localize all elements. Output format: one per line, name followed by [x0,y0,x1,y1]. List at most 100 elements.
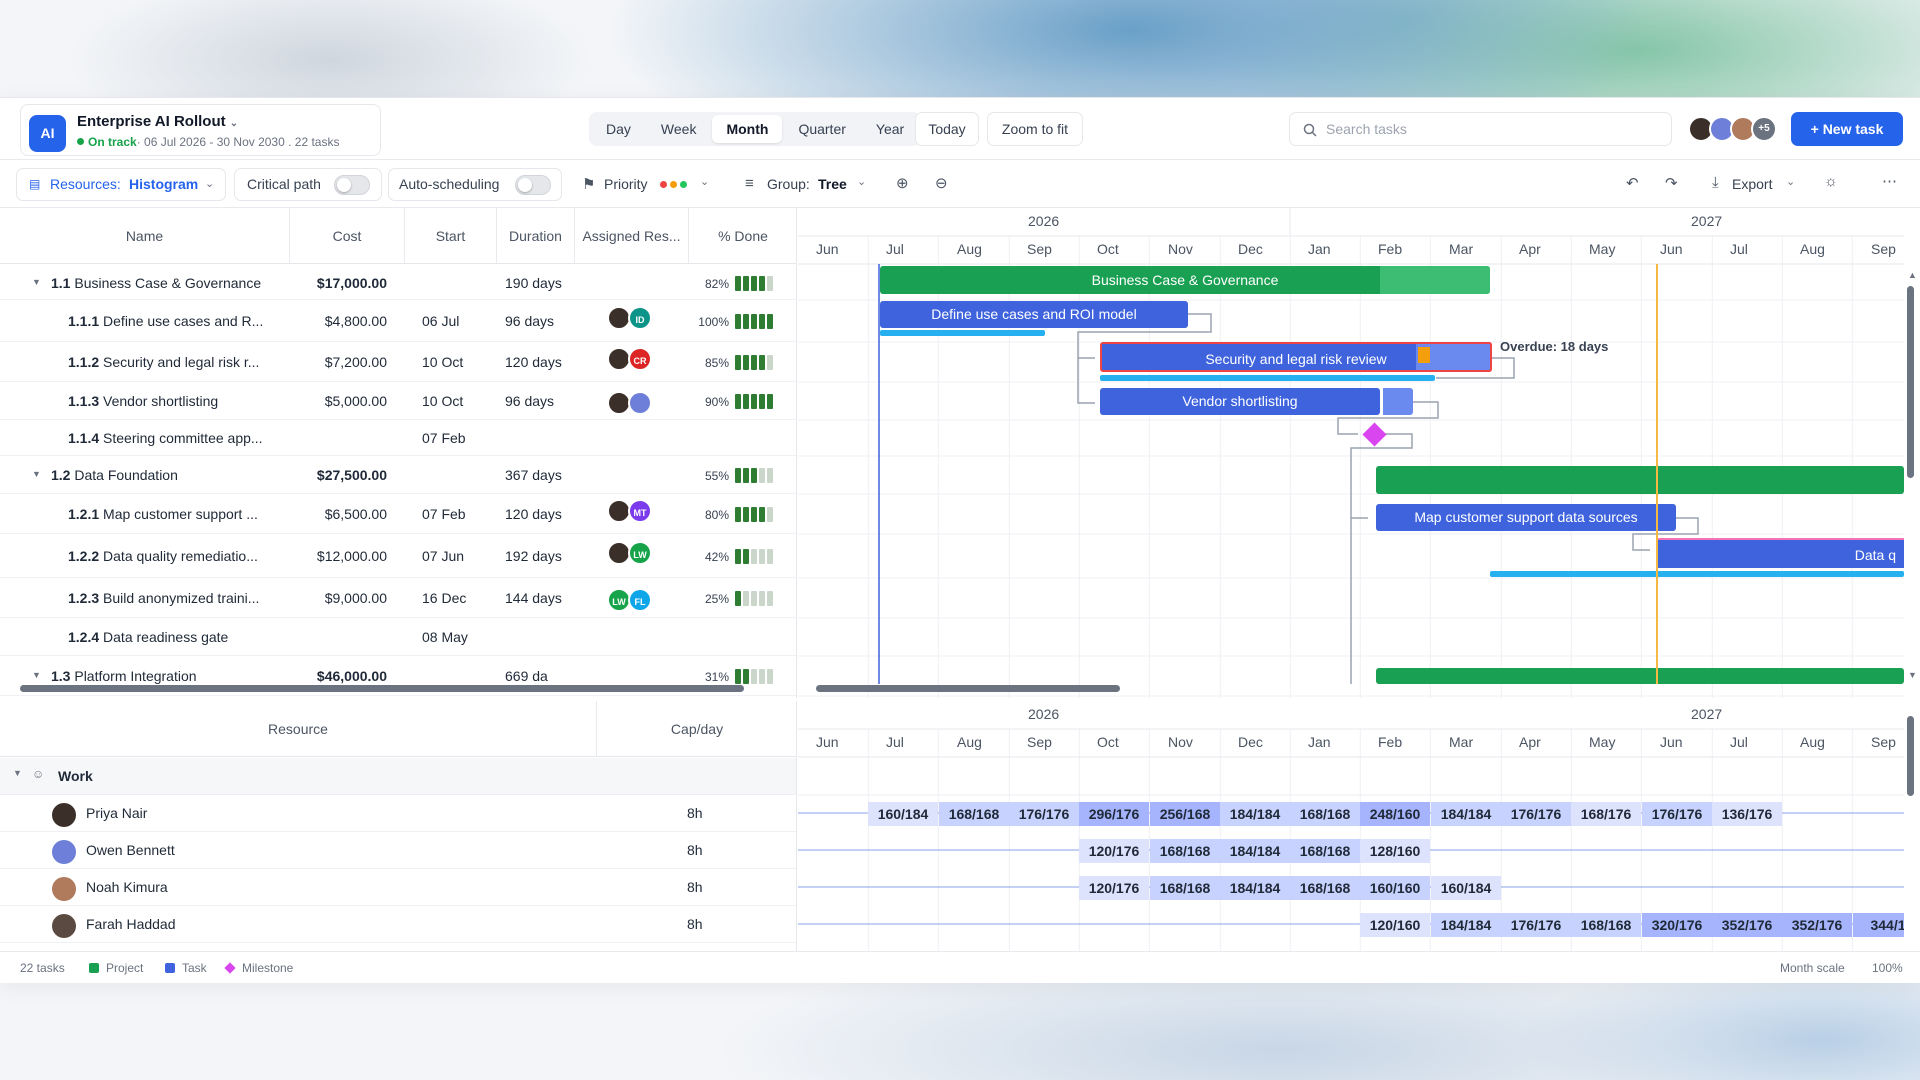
timeline-horizontal-scrollbar[interactable] [816,685,1120,692]
task-row[interactable]: 1.2.3 Build anonymized traini... $9,000.0… [0,578,796,618]
task-row[interactable]: 1.2.1 Map customer support ... $6,500.00 0… [0,494,796,534]
resource-row[interactable]: Owen Bennett 8h [0,832,796,869]
zoom-in-icon[interactable]: ⊕ [896,174,909,192]
resource-group-row[interactable]: ▼ ☺ Work [0,758,796,795]
histogram-cell[interactable]: 168/168 [1290,802,1360,826]
col-assigned-header[interactable]: Assigned Res... [575,208,689,264]
scroll-up-arrow[interactable]: ▲ [1908,270,1917,280]
new-task-button[interactable]: + New task [1791,112,1903,146]
more-icon[interactable]: ⋯ [1882,172,1897,190]
view-year[interactable]: Year [862,115,918,143]
zoom-to-fit-button[interactable]: Zoom to fit [987,112,1083,146]
histogram-cell[interactable]: 344/1 [1853,913,1904,937]
resource-avatar[interactable]: LW [628,541,652,565]
resources-dropdown[interactable]: ▤ Resources: Histogram ⌄ [16,168,226,201]
view-day[interactable]: Day [592,115,645,143]
scroll-down-arrow[interactable]: ▼ [1908,670,1917,680]
histogram-cell[interactable]: 176/176 [1009,802,1079,826]
task-row[interactable]: ▼ 1.2 Data Foundation $27,500.00 367 days 55… [0,456,796,494]
histogram-cell[interactable]: 176/176 [1501,802,1571,826]
task-row[interactable]: ▼ 1.1 Business Case & Governance $17,000.0… [0,265,796,300]
task-bar[interactable]: Vendor shortlisting [1100,388,1380,415]
resource-row[interactable]: Farah Haddad 8h [0,906,796,943]
search-input[interactable]: Search tasks [1289,112,1672,146]
critical-path-toggle[interactable] [334,175,370,195]
auto-scheduling-toggle[interactable] [515,175,551,195]
project-bar[interactable] [1376,466,1904,494]
histogram-cell[interactable]: 248/160 [1360,802,1430,826]
task-row[interactable]: 1.1.4 Steering committee app... 07 Feb [0,420,796,456]
undo-icon[interactable]: ↶ [1626,174,1639,192]
histogram-cell[interactable]: 136/176 [1712,802,1782,826]
task-bar[interactable]: Define use cases and ROI model [880,301,1188,328]
more-members-badge[interactable]: +5 [1751,116,1777,142]
histogram-cell[interactable]: 168/176 [1571,802,1641,826]
resource-row[interactable]: Priya Nair 8h [0,795,796,832]
view-quarter[interactable]: Quarter [784,115,859,143]
histogram-cell[interactable]: 352/176 [1782,913,1852,937]
histogram-cell[interactable]: 160/184 [1431,876,1501,900]
grid-horizontal-scrollbar[interactable] [20,685,744,692]
histogram-cell[interactable]: 168/168 [1571,913,1641,937]
col-capacity-header[interactable]: Cap/day [597,701,796,757]
today-button[interactable]: Today [915,112,979,146]
task-row[interactable]: 1.2.2 Data quality remediatio... $12,000.… [0,534,796,578]
histogram-cell[interactable]: 184/184 [1431,913,1501,937]
resource-avatar[interactable]: ID [628,306,652,330]
chevron-down-icon[interactable]: ▼ [32,670,41,680]
zoom-out-icon[interactable]: ⊖ [935,174,948,192]
histogram-cell[interactable]: 176/176 [1501,913,1571,937]
histogram-cell[interactable]: 120/176 [1079,839,1149,863]
histogram-cell[interactable]: 168/168 [1290,839,1360,863]
histogram-cell[interactable]: 160/184 [868,802,938,826]
task-bar[interactable]: Map customer support data sources [1376,504,1676,531]
task-row[interactable]: 1.2.4 Data readiness gate 08 May [0,618,796,656]
histogram-cell[interactable]: 320/176 [1642,913,1712,937]
histogram-cell[interactable]: 184/184 [1220,876,1290,900]
redo-icon[interactable]: ↷ [1665,174,1678,192]
histogram-cell[interactable]: 184/184 [1220,802,1290,826]
histogram-cell[interactable]: 120/176 [1079,876,1149,900]
col-cost-header[interactable]: Cost [290,208,405,264]
settings-icon[interactable]: ☼ [1824,173,1838,190]
histogram-cell[interactable]: 296/176 [1079,802,1149,826]
resource-capacity: 8h [687,805,703,821]
project-selector[interactable]: AI Enterprise AI Rollout ⌄ On track· 06 … [20,104,381,156]
chevron-down-icon[interactable]: ▼ [32,469,41,479]
resource-avatar[interactable]: FL [628,588,652,612]
resource-row[interactable]: Noah Kimura 8h [0,869,796,906]
view-week[interactable]: Week [647,115,711,143]
histogram-cell[interactable]: 128/160 [1360,839,1430,863]
view-month[interactable]: Month [712,115,783,143]
col-done-header[interactable]: % Done [689,208,796,264]
col-name-header[interactable]: Name [0,208,290,264]
histogram-cell[interactable]: 352/176 [1712,913,1782,937]
col-duration-header[interactable]: Duration [497,208,575,264]
export-button[interactable]: ⤓ Export ⌄ [1710,174,1798,195]
resource-avatar[interactable] [628,391,652,415]
histogram-cell[interactable]: 160/160 [1360,876,1430,900]
col-start-header[interactable]: Start [405,208,497,264]
histogram-cell[interactable]: 168/168 [1150,839,1220,863]
histogram-cell[interactable]: 184/184 [1220,839,1290,863]
group-dropdown[interactable]: ≡ Group: Tree ⌄ [745,175,870,195]
task-row[interactable]: 1.1.3 Vendor shortlisting $5,000.00 10 Oct… [0,382,796,420]
task-row[interactable]: 1.1.1 Define use cases and R... $4,800.00… [0,300,796,342]
resource-avatar[interactable]: CR [628,347,652,371]
timeline-vertical-scrollbar[interactable] [1907,286,1914,478]
project-bar[interactable] [1376,668,1904,684]
col-resource-header[interactable]: Resource [0,701,597,757]
task-bar[interactable]: Data q [1656,538,1904,568]
task-row[interactable]: 1.1.2 Security and legal risk r... $7,200… [0,342,796,382]
histogram-cell[interactable]: 168/168 [1150,876,1220,900]
priority-filter[interactable]: ⚑ Priority ⌄ [580,175,715,195]
histogram-vertical-scrollbar[interactable] [1907,716,1914,796]
histogram-cell[interactable]: 184/184 [1431,802,1501,826]
histogram-cell[interactable]: 256/168 [1150,802,1220,826]
histogram-cell[interactable]: 168/168 [939,802,1009,826]
chevron-down-icon[interactable]: ▼ [32,277,41,287]
resource-avatar[interactable]: MT [628,499,652,523]
histogram-cell[interactable]: 176/176 [1642,802,1712,826]
histogram-cell[interactable]: 168/168 [1290,876,1360,900]
histogram-cell[interactable]: 120/160 [1360,913,1430,937]
